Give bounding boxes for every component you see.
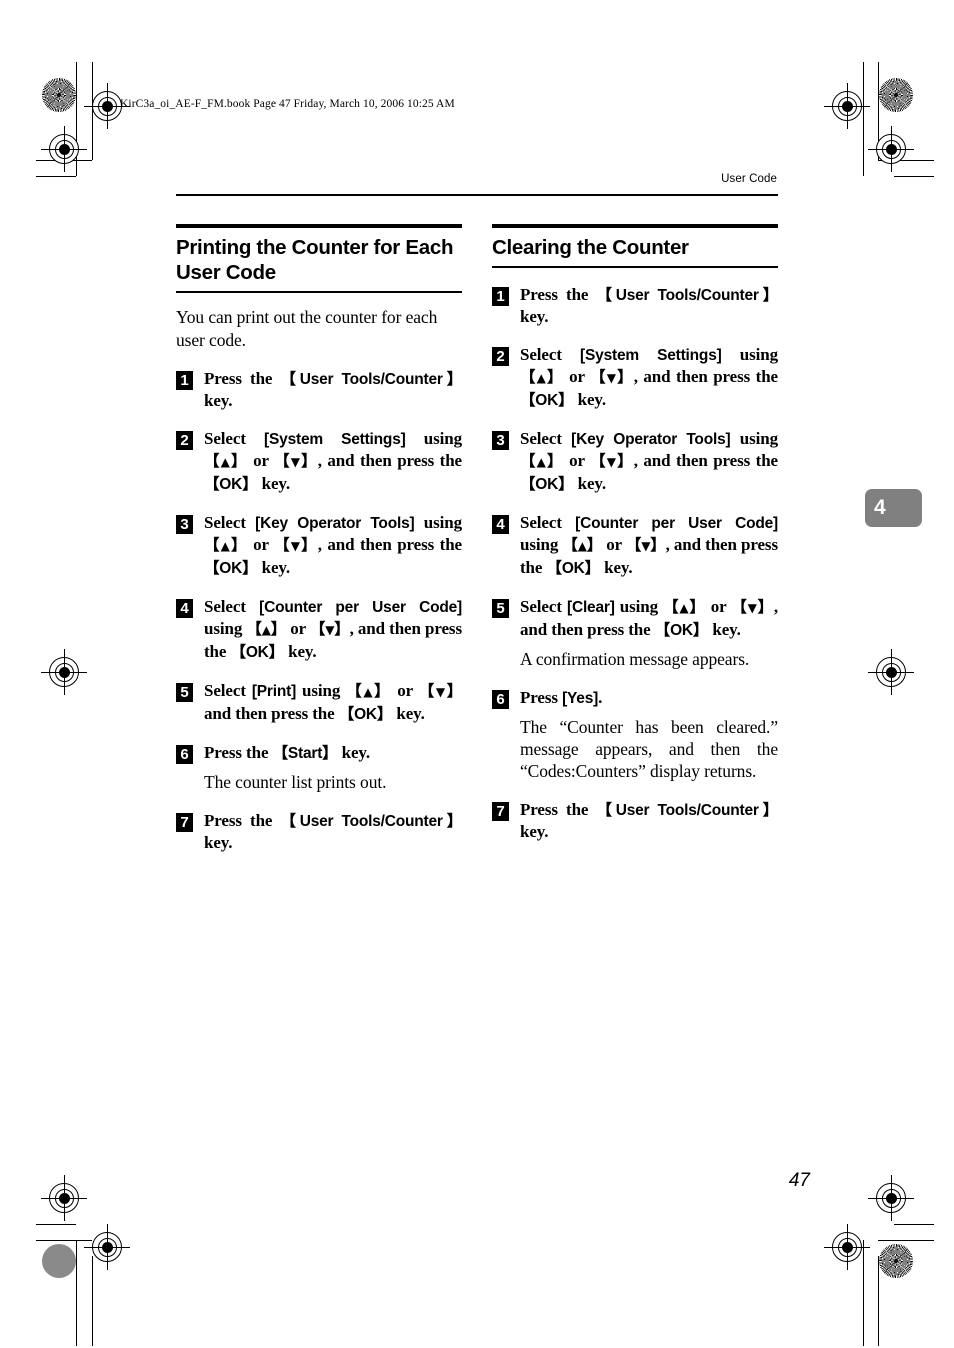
step-instruction: Select [Print] using 【▲】 or 【▼】 and then… <box>204 681 462 723</box>
halftone-dot-mark <box>879 1244 913 1278</box>
crop-mark-line <box>894 176 934 177</box>
registration-target <box>824 83 870 129</box>
crop-mark-line <box>878 160 934 161</box>
step-item: 1 Press the 【User Tools/Counter】 key. <box>176 368 462 411</box>
step-item: 5 Select [Print] using 【▲】 or 【▼】 and the… <box>176 680 462 725</box>
step-number-marker: 1 <box>176 371 193 390</box>
step-number-marker: 1 <box>492 287 509 306</box>
step-instruction: Press the 【User Tools/Counter】 key. <box>204 369 462 410</box>
registration-target <box>41 1175 87 1221</box>
crop-mark-line <box>878 1240 934 1241</box>
right-step-list: 1 Press the 【User Tools/Counter】 key. 2 Sel… <box>492 284 778 842</box>
crop-mark-line <box>92 62 93 160</box>
right-section-title: Clearing the Counter <box>492 236 689 259</box>
section-rule-bottom <box>176 291 462 293</box>
step-number-marker: 5 <box>492 599 509 618</box>
crop-mark-line <box>878 1256 879 1346</box>
crop-mark-line <box>894 1224 934 1225</box>
registration-target <box>84 83 130 129</box>
chapter-tab: 4 <box>865 489 922 527</box>
left-section-intro: You can print out the counter for each u… <box>176 307 438 350</box>
crop-mark-line <box>36 160 92 161</box>
book-file-line: KirC3a_oi_AE-F_FM.book Page 47 Friday, M… <box>120 98 455 110</box>
registration-target <box>868 649 914 695</box>
crop-mark-line <box>76 1240 77 1346</box>
step-item: 4 Select [Counter per User Code] using 【▲… <box>492 512 778 579</box>
registration-marks-layer <box>0 0 954 1348</box>
step-number-marker: 4 <box>492 515 509 534</box>
step-note: A confirmation message appears. <box>520 649 750 669</box>
step-instruction: Press the 【User Tools/Counter】 key. <box>520 285 778 326</box>
crop-mark-line <box>92 1256 93 1346</box>
right-column: Clearing the Counter 1 Press the 【User To… <box>492 224 778 842</box>
step-item: 7 Press the 【User Tools/Counter】 key. <box>492 799 778 842</box>
step-item: 2 Select [System Settings] using 【▲】 or 【… <box>492 344 778 411</box>
step-instruction: Select [Key Operator Tools] using 【▲】 or… <box>204 513 463 577</box>
page-number: 47 <box>788 1170 810 1191</box>
crop-mark-line <box>36 1224 76 1225</box>
step-item: 1 Press the 【User Tools/Counter】 key. <box>492 284 778 327</box>
crop-mark-line <box>863 62 864 176</box>
registration-target <box>824 1224 870 1270</box>
step-number-marker: 4 <box>176 599 193 618</box>
step-number-marker: 6 <box>176 745 193 764</box>
step-number-marker: 2 <box>492 347 509 366</box>
crop-mark-line <box>36 1240 92 1241</box>
step-item: 4 Select [Counter per User Code] using 【▲… <box>176 596 462 663</box>
step-item: 2 Select [System Settings] using 【▲】 or 【… <box>176 428 462 495</box>
step-instruction: Press the 【User Tools/Counter】 key. <box>520 800 778 841</box>
registration-target <box>84 1224 130 1270</box>
step-instruction: Select [System Settings] using 【▲】 or 【▼… <box>520 345 778 409</box>
crop-mark-line <box>76 62 77 176</box>
registration-target <box>41 649 87 695</box>
step-instruction: Select [Counter per User Code] using 【▲】… <box>520 513 778 577</box>
step-instruction: Press the 【User Tools/Counter】 key. <box>204 811 462 852</box>
step-number-marker: 7 <box>492 802 509 821</box>
step-note: The counter list prints out. <box>204 772 387 792</box>
step-note: The “Counter has been cleared.” message … <box>520 717 778 781</box>
step-instruction: Press the 【Start】 key. <box>204 743 371 762</box>
halftone-dot-mark <box>879 78 913 112</box>
step-number-marker: 3 <box>492 431 509 450</box>
left-step-list: 1 Press the 【User Tools/Counter】 key. 2 Sel… <box>176 368 462 853</box>
running-header: User Code <box>721 173 777 185</box>
header-rule <box>176 194 778 196</box>
step-number-marker: 3 <box>176 515 193 534</box>
left-column: Printing the Counter for Each User Code … <box>176 224 462 853</box>
crop-mark-line <box>878 62 879 160</box>
registration-target <box>868 1175 914 1221</box>
crop-mark-line <box>36 176 76 177</box>
section-rule-top <box>492 224 778 228</box>
step-instruction: Select [System Settings] using 【▲】 or 【▼… <box>204 429 462 493</box>
solid-dot-mark <box>42 1244 76 1278</box>
step-instruction: Select [Counter per User Code] using 【▲】… <box>204 597 462 661</box>
step-number-marker: 7 <box>176 813 193 832</box>
step-item: 3 Select [Key Operator Tools] using 【▲】 o… <box>492 428 778 495</box>
crop-mark-line <box>863 1240 864 1346</box>
step-item: 3 Select [Key Operator Tools] using 【▲】 o… <box>176 512 462 579</box>
chapter-tab-number: 4 <box>874 496 886 519</box>
step-number-marker: 5 <box>176 683 193 702</box>
step-instruction: Press [Yes]. <box>520 688 603 707</box>
step-item: 6 Press [Yes]. The “Counter has been clear… <box>492 687 778 782</box>
step-number-marker: 6 <box>492 690 509 709</box>
step-item: 6 Press the 【Start】 key. The counter list … <box>176 742 462 793</box>
step-instruction: Select [Clear] using 【▲】 or 【▼】, and the… <box>520 597 778 639</box>
section-rule-bottom <box>492 266 778 268</box>
left-section-title: Printing the Counter for Each User Code <box>176 236 454 284</box>
step-item: 5 Select [Clear] using 【▲】 or 【▼】, and th… <box>492 596 778 670</box>
section-rule-top <box>176 224 462 228</box>
step-item: 7 Press the 【User Tools/Counter】 key. <box>176 810 462 853</box>
halftone-dot-mark <box>42 78 76 112</box>
step-number-marker: 2 <box>176 431 193 450</box>
step-instruction: Select [Key Operator Tools] using 【▲】 or… <box>520 429 779 493</box>
registration-target <box>868 126 914 172</box>
registration-target <box>41 126 87 172</box>
